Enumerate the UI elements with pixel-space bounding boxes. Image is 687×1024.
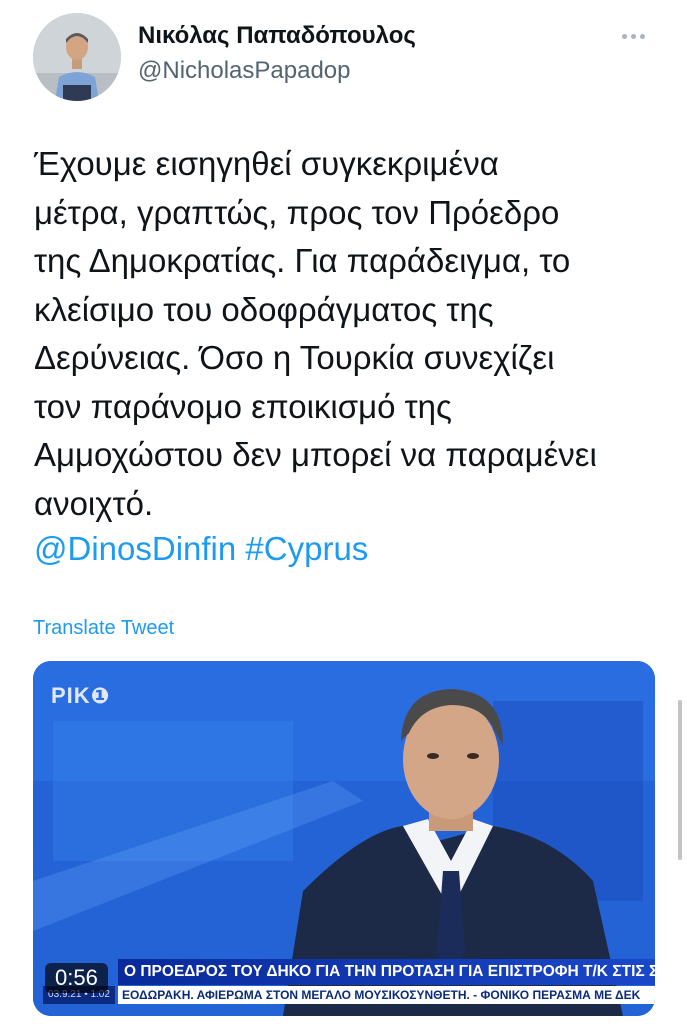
tweet-line: ανοιχτό. — [34, 484, 154, 522]
translate-tweet-link[interactable]: Translate Tweet — [33, 617, 174, 640]
avatar-photo-icon — [33, 13, 121, 101]
video-media[interactable]: ΡΙΚ❶ Ο ΠΡΟΕΔΡΟΣ ΤΟΥ ΔΗΚΟ ΓΙΑ ΤΗΝ ΠΡΟΤΑΣΗ… — [33, 661, 655, 1016]
author-name[interactable]: Νικόλας Παπαδόπουλος — [138, 22, 416, 50]
tweet-line: Δερύνειας. Όσο η Τουρκία συνεχίζει — [34, 339, 555, 376]
author-avatar[interactable] — [33, 13, 121, 101]
scrollbar[interactable] — [678, 700, 682, 860]
more-dot — [631, 33, 636, 39]
tweet-line: τον παράνομο εποικισμό της — [34, 387, 452, 425]
video-headline: Ο ΠΡΟΕΔΡΟΣ ΤΟΥ ΔΗΚΟ ΓΙΑ ΤΗΝ ΠΡΟΤΑΣΗ ΓΙΑ … — [118, 959, 655, 985]
mention-link[interactable]: @DinosDinfin — [34, 530, 236, 567]
tweet-tags: @DinosDinfin #Cyprus — [34, 527, 368, 571]
tweet-line: Αμμοχώστου δεν μπορεί να παραμένει — [34, 436, 597, 473]
channel-logo: ΡΙΚ❶ — [51, 683, 111, 708]
author-handle[interactable]: @NicholasPapadop — [138, 57, 351, 85]
hashtag-link[interactable]: #Cyprus — [245, 530, 368, 567]
video-ticker: ΕΟΔΩΡΑΚΗ. ΑΦΙΕΡΩΜΑ ΣΤΟΝ ΜΕΓΑΛΟ ΜΟΥΣΙΚΟΣΥ… — [118, 986, 655, 1004]
tweet-line: της Δημοκρατίας. Για παράδειγμα, το — [34, 242, 571, 279]
video-duration: 0:56 — [45, 963, 108, 993]
more-dot — [622, 33, 627, 39]
tweet-text: Έχουμε εισηγηθεί συγκεκριμένα μέτρα, γρα… — [34, 140, 664, 528]
tweet-line: μέτρα, γραπτώς, προς τον Πρόεδρο — [34, 193, 560, 231]
more-dot — [640, 33, 645, 39]
more-options-icon[interactable] — [622, 28, 652, 44]
tweet-line: κλείσιμο του οδοφράγματος της — [34, 290, 494, 328]
tweet-line: Έχουμε εισηγηθεί συγκεκριμένα — [34, 145, 499, 182]
